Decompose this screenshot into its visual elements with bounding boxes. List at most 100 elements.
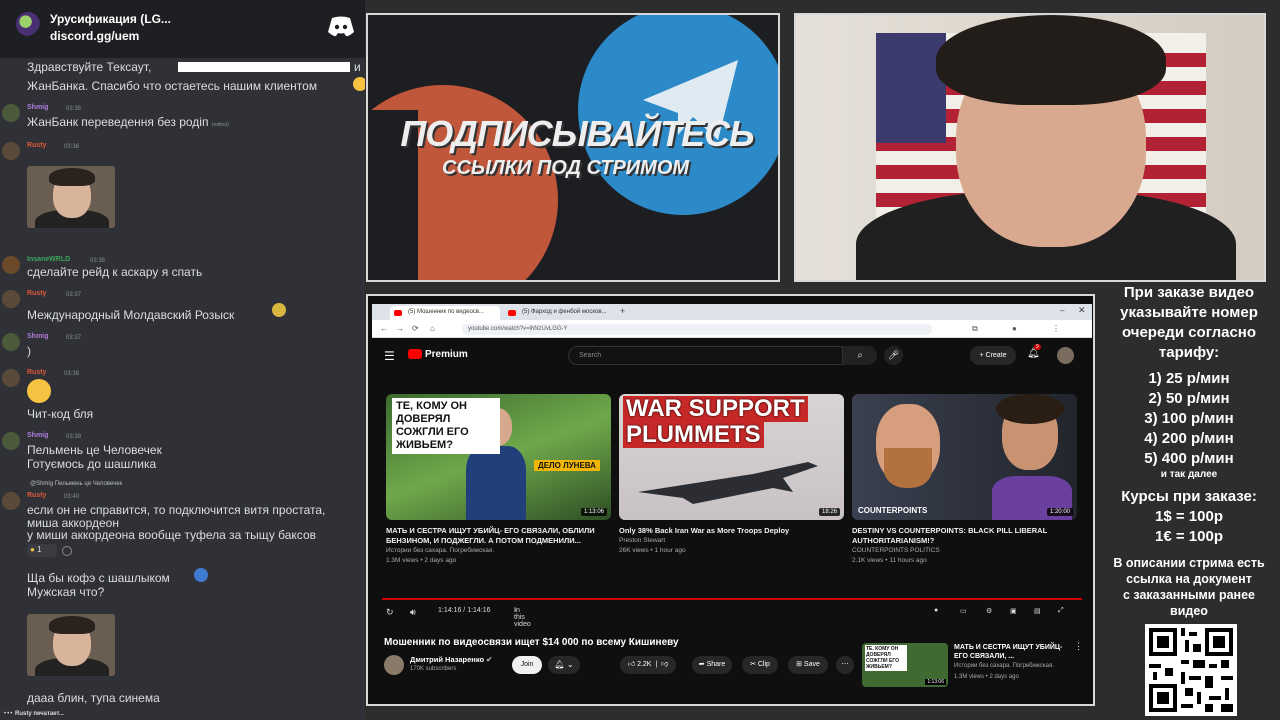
youtube-logo[interactable]: Premium <box>408 349 468 360</box>
menu-dots-icon[interactable]: ⋮ <box>1052 324 1060 333</box>
video-title[interactable]: МАТЬ И СЕСТРА ИЩУТ УБИЙЦ- ЕГО СВЯЗАЛИ, О… <box>386 526 611 546</box>
rate-item: 1$ = 100р <box>1155 508 1223 525</box>
autoplay-icon[interactable]: ● <box>934 607 938 614</box>
url-input[interactable]: youtube.com/watch?v=lhNzUvLGG-Y <box>462 324 932 335</box>
close-window-icon[interactable]: ✕ <box>1078 305 1086 316</box>
volume-icon[interactable]: 🔊︎ <box>410 607 416 618</box>
username[interactable]: InsaneWRLD <box>27 256 70 263</box>
username[interactable]: Rusty <box>27 142 46 149</box>
video-card[interactable]: COUNTERPOINTS 1:20:00 DESTINY VS COUNTER… <box>852 394 1077 564</box>
back-icon[interactable]: ← <box>380 324 388 333</box>
channel-name[interactable]: Истории без сахара. Погребижская. <box>386 547 494 554</box>
channel-avatar[interactable] <box>384 655 404 675</box>
rates-title: Курсы при заказе: <box>1121 488 1257 505</box>
video-title[interactable]: DESTINY VS COUNTERPOINTS: BLACK PILL LIB… <box>852 526 1077 546</box>
create-button[interactable]: + Create <box>970 346 1016 365</box>
extensions-icon[interactable]: ⧉ <box>972 324 978 334</box>
chat-message-text: Готуємось до шашлика <box>27 457 157 471</box>
reaction-chip[interactable]: ● 1 <box>27 544 57 557</box>
video-meta: 26K views • 1 hour ago <box>619 547 686 554</box>
browser-tab[interactable]: (5) Фарход и фенбой москов... <box>504 306 614 320</box>
channel-name[interactable]: Preston Stewart <box>619 537 665 544</box>
timestamp: 03:38 <box>64 371 80 377</box>
avatar[interactable] <box>2 432 20 450</box>
notifications-bell-icon[interactable]: 🔔︎ 9 <box>1027 344 1041 359</box>
thumbnail-caption: ТЕ, КОМУ ОН ДОВЕРЯЛ СОЖГЛИ ЕГО ЖИВЬЕМ? <box>865 645 907 671</box>
chat-message-text: Мужская что? <box>27 585 105 599</box>
info-text: очереди согласно <box>1121 324 1257 341</box>
username[interactable]: Shmig <box>27 432 48 439</box>
avatar[interactable] <box>2 333 20 351</box>
cast-icon[interactable]: ▤ <box>1034 607 1041 615</box>
search-input[interactable]: Search <box>568 346 843 365</box>
profile-icon[interactable]: ● <box>1012 324 1017 333</box>
add-reaction-icon[interactable] <box>62 546 72 556</box>
more-options-icon[interactable]: ⋮ <box>1074 641 1083 652</box>
video-thumbnail[interactable]: ТЕ, КОМУ ОН ДОВЕРЯЛ СОЖГЛИ ЕГО ЖИВЬЕМ? 1… <box>862 643 948 687</box>
chat-message-text: Международный Молдавский Розыск <box>27 308 235 322</box>
clip-button[interactable]: ✂ Clip <box>742 656 778 674</box>
avatar[interactable] <box>2 369 20 387</box>
video-card[interactable]: ТЕ, КОМУ ОН ДОВЕРЯЛ СОЖГЛИ ЕГО ЖИВЬЕМ? Д… <box>386 394 611 564</box>
browser-tab-active[interactable]: (5) Мошенник по видеосв... <box>390 306 500 320</box>
username[interactable]: Shmig <box>27 104 48 111</box>
chat-image[interactable] <box>27 166 115 228</box>
username[interactable]: Rusty <box>27 290 46 297</box>
redacted-bar <box>178 62 350 72</box>
chat-message-text: если он не справится, то подключится вит… <box>27 503 326 517</box>
search-icon[interactable]: ⌕ <box>843 346 877 365</box>
video-duration: 1:13:06 <box>925 679 946 685</box>
timestamp: 03:37 <box>66 335 82 341</box>
more-actions-icon[interactable]: ⋯ <box>836 656 854 674</box>
invite-link[interactable]: discord.gg/uem <box>50 29 139 43</box>
miniplayer-icon[interactable]: ▣ <box>1010 607 1017 615</box>
chat-image[interactable] <box>27 614 115 676</box>
info-text: и так далее <box>1160 469 1218 480</box>
channel-name[interactable]: Истории без сахара. Погребижская. <box>954 663 1054 669</box>
reload-icon[interactable]: ⟳ <box>412 324 419 333</box>
info-text: с заказанными ранее <box>1122 588 1255 602</box>
video-meta: 1.3M views • 2 days ago <box>386 557 457 564</box>
fullscreen-icon[interactable]: ⤢ <box>1058 607 1064 615</box>
video-card[interactable]: WAR SUPPORT PLUMMETS 18:26 Only 38% Back … <box>619 394 844 554</box>
hamburger-menu-icon[interactable]: ☰ <box>384 349 395 363</box>
settings-gear-icon[interactable]: ⚙ <box>986 607 992 615</box>
bomber-plane-image <box>638 462 818 504</box>
timestamp: 03:37 <box>66 292 82 298</box>
minimize-icon[interactable]: – <box>1060 306 1064 315</box>
channel-name-main[interactable]: Дмитрий Назаренко ✔ <box>410 655 492 664</box>
join-button[interactable]: Join <box>512 656 542 674</box>
avatar[interactable] <box>2 142 20 160</box>
avatar[interactable] <box>2 256 20 274</box>
chat-message-text: сделайте рейд к аскару я спать <box>27 265 203 279</box>
video-progress-bar[interactable] <box>382 598 1082 600</box>
save-button[interactable]: ⊞ Save <box>788 656 828 674</box>
microphone-icon[interactable]: 🎤︎ <box>884 346 903 365</box>
home-icon[interactable]: ⌂ <box>430 324 435 333</box>
username[interactable]: Shmig <box>27 333 48 340</box>
username[interactable]: Rusty <box>27 492 46 499</box>
avatar[interactable] <box>2 290 20 308</box>
replay-icon[interactable]: ↻ <box>386 607 394 618</box>
channel-name[interactable]: COUNTERPOINTS POLITICS <box>852 547 940 554</box>
share-button[interactable]: ➦ Share <box>692 656 732 674</box>
chat-message-text: Пельмень це Человечек <box>27 443 162 457</box>
like-button[interactable]: 👍︎ 2.2K | 👎︎ <box>620 656 676 674</box>
video-thumbnail[interactable]: WAR SUPPORT PLUMMETS 18:26 <box>619 394 844 520</box>
video-title[interactable]: Only 38% Back Iran War as More Troops De… <box>619 526 844 536</box>
avatar[interactable] <box>2 492 20 510</box>
account-avatar[interactable] <box>1057 347 1074 364</box>
captions-icon[interactable]: ▭ <box>960 607 967 615</box>
new-tab-icon[interactable]: + <box>620 306 625 316</box>
forward-icon[interactable]: → <box>396 324 404 333</box>
video-thumbnail[interactable]: ТЕ, КОМУ ОН ДОВЕРЯЛ СОЖГЛИ ЕГО ЖИВЬЕМ? Д… <box>386 394 611 520</box>
video-title[interactable]: МАТЬ И СЕСТРА ИЩУТ УБИЙЦ- ЕГО СВЯЗАЛИ, .… <box>954 643 1064 661</box>
in-this-video-link[interactable]: In this video › <box>514 607 531 628</box>
username[interactable]: Rusty <box>27 369 46 376</box>
avatar[interactable] <box>2 104 20 122</box>
recommended-video[interactable]: ТЕ, КОМУ ОН ДОВЕРЯЛ СОЖГЛИ ЕГО ЖИВЬЕМ? 1… <box>862 639 1087 699</box>
info-text: ссылка на документ <box>1126 572 1252 586</box>
reply-preview[interactable]: @Shmig Пельмень це Человечек <box>30 481 122 487</box>
video-thumbnail[interactable]: COUNTERPOINTS 1:20:00 <box>852 394 1077 520</box>
subscribe-bell-button[interactable]: 🔔︎ ⌄ <box>548 656 580 674</box>
